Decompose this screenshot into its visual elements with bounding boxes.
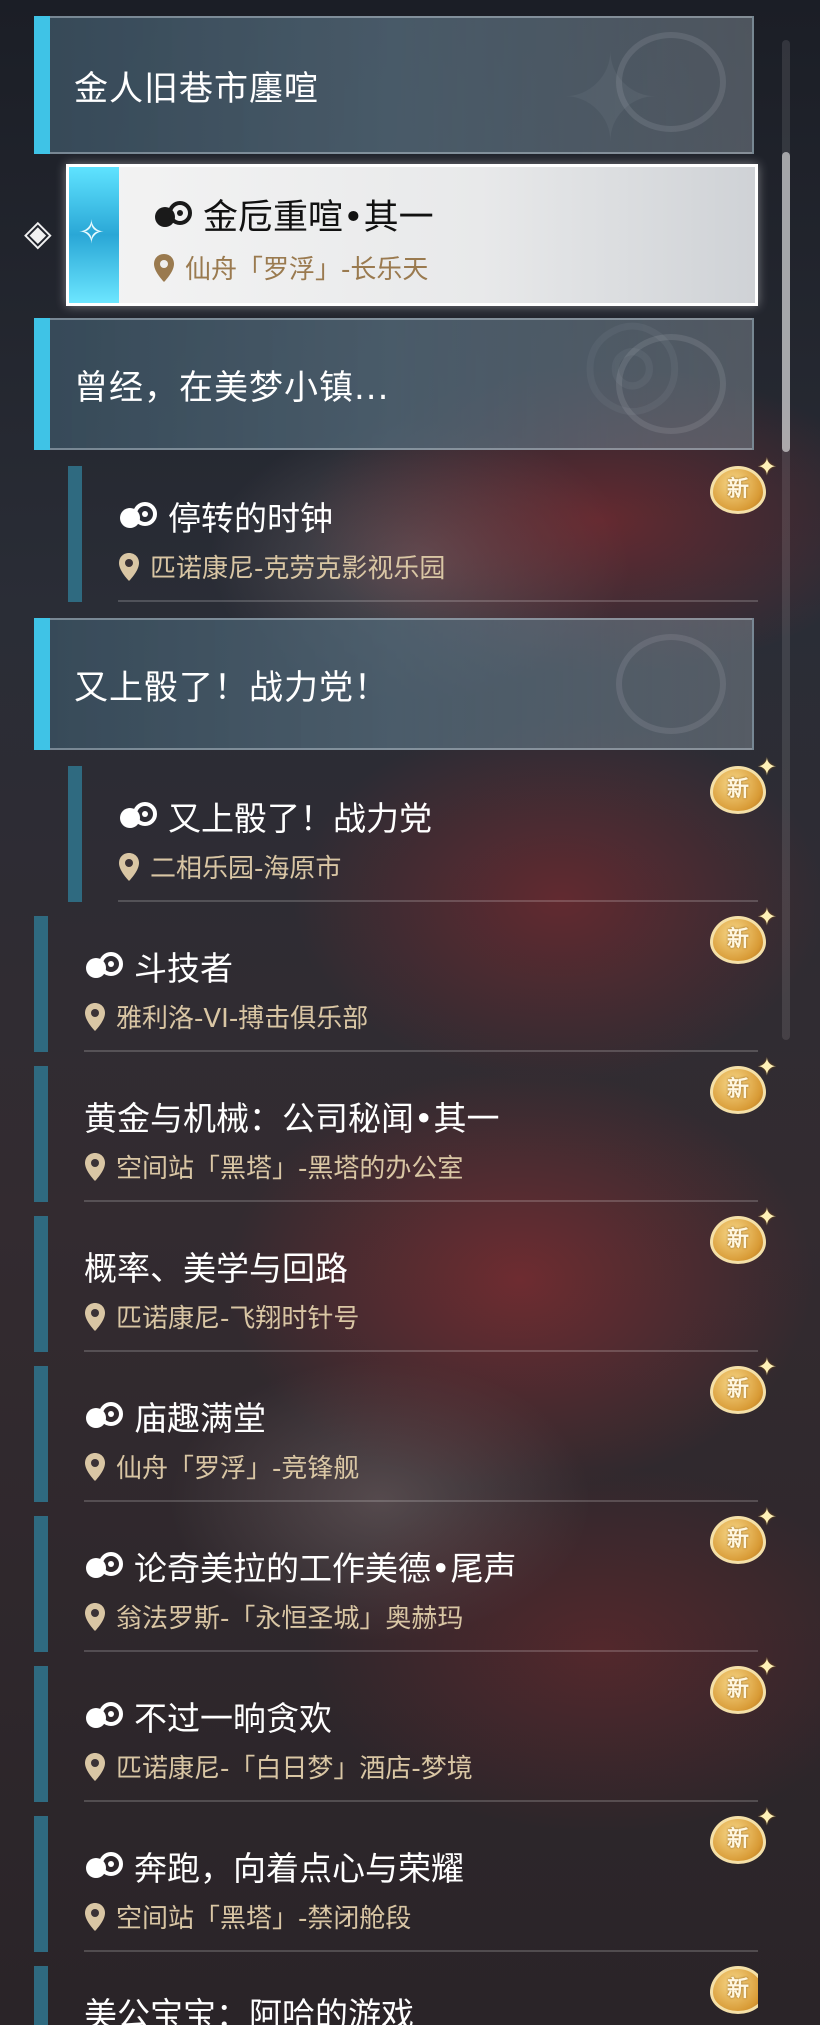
- location-pin-icon: [85, 1452, 105, 1481]
- quest-location: 二相乐园-海原市: [150, 854, 342, 884]
- entry-divider: [84, 1350, 758, 1352]
- scrollbar-thumb[interactable]: [782, 152, 790, 452]
- quest-title: 不过一晌贪欢: [134, 1699, 332, 1738]
- group-header[interactable]: 曾经，在美梦小镇...: [34, 318, 754, 450]
- quest-entry[interactable]: 停转的时钟 匹诺康尼-克劳克影视乐园 新 ✦: [68, 455, 777, 602]
- quest-mark-icon: [155, 200, 192, 227]
- quest-title: 斗技者: [134, 949, 233, 988]
- entry-divider: [84, 1800, 758, 1802]
- quest-mark-icon: [120, 502, 157, 528]
- location-pin-icon: [119, 852, 139, 881]
- new-badge: 新✦: [710, 905, 777, 964]
- group-accent-bar: [34, 16, 50, 154]
- entry-divider: [118, 900, 758, 902]
- quest-location: 雅利洛-VI-搏击俱乐部: [116, 1004, 369, 1034]
- quest-title: 奔跑，向着点心与荣耀: [134, 1849, 464, 1888]
- quest-location: 空间站「黑塔」-黑塔的办公室: [116, 1154, 464, 1184]
- quest-title: 概率、美学与回路: [84, 1249, 348, 1288]
- quest-location: 空间站「黑塔」-禁闭舱段: [116, 1904, 412, 1934]
- quest-entry[interactable]: 奔跑，向着点心与荣耀 空间站「黑塔」-禁闭舱段 新 ✦: [34, 1805, 777, 1952]
- quest-location: 匹诺康尼-克劳克影视乐园: [150, 554, 446, 584]
- quest-title: 论奇美拉的工作美德•尾声: [134, 1549, 517, 1588]
- group-title: 曾经，在美梦小镇...: [74, 367, 390, 408]
- group-title: 又上骰了！战力党！: [74, 667, 389, 708]
- quest-entry[interactable]: 黄金与机械：公司秘闻•其一 空间站「黑塔」-黑塔的办公室 新 ✦: [34, 1055, 777, 1202]
- quest-entry[interactable]: 斗技者 雅利洛-VI-搏击俱乐部 新 ✦: [34, 905, 777, 1052]
- emblem-icon: [616, 32, 726, 132]
- entry-accent-bar: [34, 1666, 48, 1802]
- group-accent-bar: [34, 318, 50, 450]
- quest-mark-icon: [86, 1402, 123, 1428]
- emblem-icon: [616, 334, 726, 434]
- location-pin-icon: [85, 1002, 105, 1031]
- new-badge: 新✦: [710, 1805, 777, 1864]
- location-pin-icon: [154, 253, 174, 282]
- emblem-icon: [616, 634, 726, 734]
- crystal-icon: ✧: [69, 167, 119, 303]
- entry-accent-bar: [68, 466, 82, 602]
- entry-accent-bar: [34, 916, 48, 1052]
- entry-divider: [118, 600, 758, 602]
- quest-title: 停转的时钟: [168, 499, 333, 538]
- new-badge: 新✦: [710, 1355, 777, 1414]
- quest-mark-icon: [86, 1852, 123, 1878]
- location-pin-icon: [85, 1752, 105, 1781]
- quest-entry[interactable]: 论奇美拉的工作美德•尾声 翁法罗斯-「永恒圣城」奥赫玛 新 ✦: [34, 1505, 777, 1652]
- quest-entry-selected[interactable]: ✧ 金卮重喧•其一 仙舟「罗浮」-长乐天: [66, 164, 758, 306]
- quest-mark-icon: [86, 952, 123, 978]
- new-badge: 新✦: [710, 1655, 777, 1714]
- entry-accent-bar: [34, 1216, 48, 1352]
- group-header[interactable]: 金人旧巷市廛喧: [34, 16, 754, 154]
- quest-mark-icon: [86, 1552, 123, 1578]
- entry-accent-bar: [34, 1366, 48, 1502]
- quest-location: 翁法罗斯-「永恒圣城」奥赫玛: [116, 1604, 464, 1634]
- new-badge: 新✦: [710, 1205, 777, 1264]
- selector-diamond-icon: ◈: [24, 213, 52, 254]
- group-accent-bar: [34, 618, 50, 750]
- new-badge: 新✦: [710, 755, 777, 814]
- quest-entry[interactable]: 不过一晌贪欢 匹诺康尼-「白日梦」酒店-梦境 新 ✦: [34, 1655, 777, 1802]
- quest-title: 又上骰了！战力党: [168, 799, 432, 838]
- quest-title: 金卮重喧•其一: [203, 198, 434, 238]
- quest-location: 仙舟「罗浮」-竞锋舰: [116, 1454, 360, 1484]
- location-pin-icon: [85, 1602, 105, 1631]
- location-pin-icon: [119, 552, 139, 581]
- location-pin-icon: [85, 1302, 105, 1331]
- entry-accent-bar: [34, 1966, 48, 2025]
- quest-title: 庙趣满堂: [134, 1399, 266, 1438]
- quest-entry[interactable]: 庙趣满堂 仙舟「罗浮」-竞锋舰 新 ✦: [34, 1355, 777, 1502]
- quest-location: 仙舟「罗浮」-长乐天: [185, 255, 429, 285]
- group-header[interactable]: 又上骰了！战力党！: [34, 618, 754, 750]
- new-badge: 新✦: [710, 1055, 777, 1114]
- quest-location: 匹诺康尼-「白日梦」酒店-梦境: [116, 1754, 473, 1784]
- entry-accent-bar: [34, 1066, 48, 1202]
- entry-accent-bar: [34, 1516, 48, 1652]
- entry-divider: [84, 1650, 758, 1652]
- entry-accent-bar: [68, 766, 82, 902]
- quest-entry[interactable]: 又上骰了！战力党 二相乐园-海原市 新 ✦: [68, 755, 777, 902]
- entry-divider: [84, 1200, 758, 1202]
- quest-mark-icon: [120, 802, 157, 828]
- new-badge: 新✦: [710, 1966, 758, 2014]
- group-title: 金人旧巷市廛喧: [74, 68, 319, 109]
- entry-accent-bar: [34, 1816, 48, 1952]
- quest-entry[interactable]: 美公宝宝：阿哈的游戏 新✦: [34, 1966, 758, 2025]
- new-badge: 新✦: [710, 455, 777, 514]
- entry-divider: [84, 1050, 758, 1052]
- location-pin-icon: [85, 1902, 105, 1931]
- quest-location: 匹诺康尼-飞翔时针号: [116, 1304, 360, 1334]
- quest-mark-icon: [86, 1702, 123, 1728]
- quest-entry[interactable]: 概率、美学与回路 匹诺康尼-飞翔时针号 新 ✦: [34, 1205, 777, 1352]
- new-badge: 新✦: [710, 1505, 777, 1564]
- quest-title: 美公宝宝：阿哈的游戏: [84, 1995, 414, 2025]
- entry-divider: [84, 1500, 758, 1502]
- location-pin-icon: [85, 1152, 105, 1181]
- quest-title: 黄金与机械：公司秘闻•其一: [84, 1099, 500, 1138]
- entry-divider: [84, 1950, 758, 1952]
